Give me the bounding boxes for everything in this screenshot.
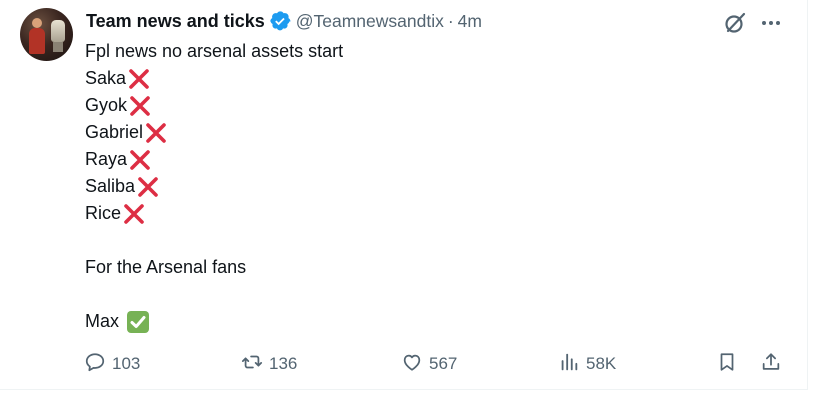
repost-count: 136 <box>269 354 298 373</box>
fans-line: For the Arsenal fans <box>85 254 785 281</box>
player-name: Rice <box>85 203 122 223</box>
avatar-figure <box>29 28 45 54</box>
player-line: Saka <box>85 65 785 92</box>
player-name: Saka <box>85 68 127 88</box>
player-name: Gyok <box>85 95 128 115</box>
player-line: Gyok <box>85 92 785 119</box>
bookmark-button[interactable] <box>716 350 738 378</box>
views-icon <box>558 351 580 378</box>
more-icon[interactable] <box>758 10 784 36</box>
views-button[interactable]: 58K <box>558 350 616 378</box>
avatar[interactable] <box>20 8 73 61</box>
tweet-intro-line: Fpl news no arsenal assets start <box>85 38 785 65</box>
author-handle[interactable]: @Teamnewsandtix <box>296 11 444 32</box>
avatar-trophy <box>51 20 65 42</box>
tweet-header: Team news and ticks @Teamnewsandtix · 4m <box>86 9 482 33</box>
cross-mark-icon <box>136 175 160 199</box>
player-name: Gabriel <box>85 122 144 142</box>
tweet-text: Fpl news no arsenal assets start Saka Gy… <box>85 38 785 335</box>
reply-icon <box>84 351 106 378</box>
tweet-intro: Fpl news no arsenal assets start <box>85 41 344 61</box>
player-name: Raya <box>85 149 128 169</box>
repost-button[interactable]: 136 <box>241 350 297 378</box>
player-line: Raya <box>85 146 785 173</box>
views-count: 58K <box>586 354 617 373</box>
share-icon <box>760 351 782 378</box>
player-line: Saliba <box>85 173 785 200</box>
grok-icon[interactable] <box>722 10 748 36</box>
check-mark-button-icon <box>126 310 150 334</box>
avatar-trophy-base <box>53 42 63 52</box>
player-line: Gabriel <box>85 119 785 146</box>
cross-mark-icon <box>127 67 151 91</box>
like-icon <box>401 351 423 378</box>
verified-badge-icon[interactable] <box>269 10 291 32</box>
like-button[interactable]: 567 <box>401 350 457 378</box>
header-separator: · <box>447 10 454 31</box>
bookmark-icon <box>716 351 738 378</box>
reply-count: 103 <box>112 354 141 373</box>
cross-mark-icon <box>144 121 168 145</box>
cross-mark-icon <box>122 202 146 226</box>
signoff-line: Max <box>85 308 785 335</box>
cross-mark-icon <box>128 94 152 118</box>
reply-button[interactable]: 103 <box>84 350 140 378</box>
action-bar: 103 136 567 58K <box>84 350 788 378</box>
author-display-name[interactable]: Team news and ticks <box>86 11 265 32</box>
player-name: Saliba <box>85 176 136 196</box>
signoff-text: Max <box>85 311 120 331</box>
tweet-card[interactable]: Team news and ticks @Teamnewsandtix · 4m… <box>0 0 808 390</box>
avatar-head <box>32 18 42 28</box>
cross-mark-icon <box>128 148 152 172</box>
repost-icon <box>241 351 263 378</box>
fans-text: For the Arsenal fans <box>85 257 247 277</box>
share-button[interactable] <box>760 350 782 378</box>
like-count: 567 <box>429 354 458 373</box>
player-line: Rice <box>85 200 785 227</box>
tweet-timestamp[interactable]: 4m <box>458 11 482 32</box>
